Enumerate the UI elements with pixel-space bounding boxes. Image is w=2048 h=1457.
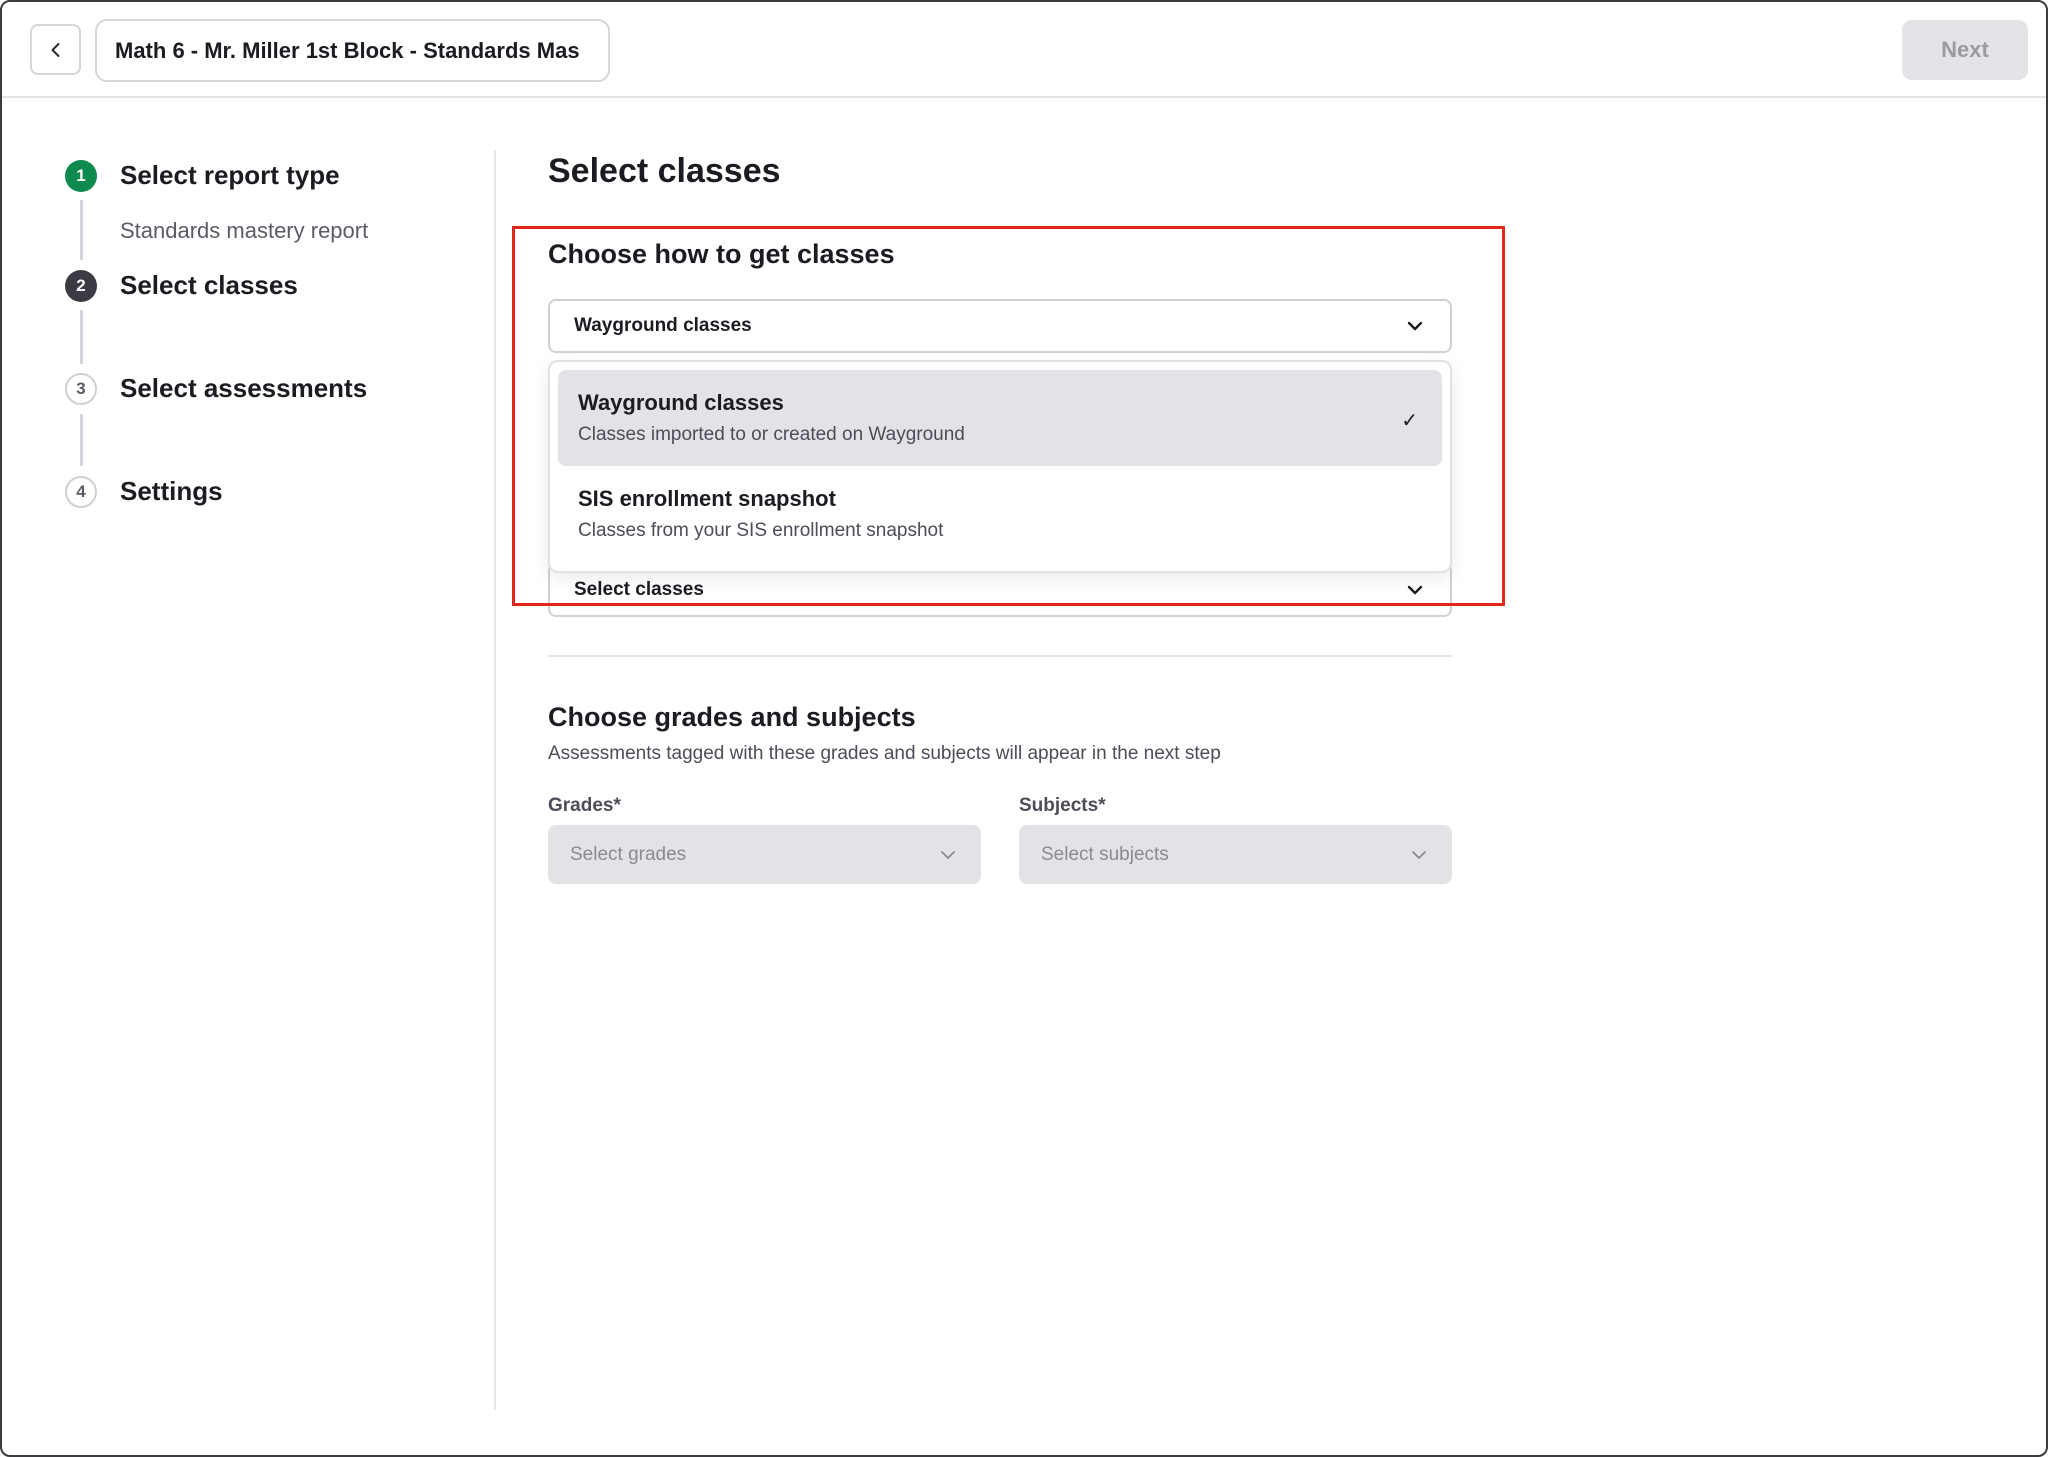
chevron-down-icon (1412, 850, 1426, 859)
step-connector (80, 200, 83, 260)
checkmark-icon: ✓ (1401, 410, 1418, 432)
app-window: Math 6 - Mr. Miller 1st Block - Standard… (0, 0, 2048, 1457)
step-4-number: 4 (65, 476, 97, 508)
next-button[interactable]: Next (1902, 20, 2028, 80)
subjects-select[interactable]: Select subjects (1019, 825, 1452, 884)
step-3-label[interactable]: Select assessments (120, 373, 367, 404)
sidebar-divider (494, 150, 496, 1410)
grades-placeholder: Select grades (570, 843, 687, 865)
subjects-label: Subjects* (1019, 795, 1106, 816)
option-title: SIS enrollment snapshot (578, 486, 836, 511)
step-3-number: 3 (65, 373, 97, 405)
grades-section-description: Assessments tagged with these grades and… (548, 743, 1221, 764)
step-connector (80, 310, 83, 364)
class-source-value: Wayground classes (574, 315, 752, 336)
class-source-select[interactable]: Wayground classes (548, 299, 1452, 353)
option-wayground-classes[interactable]: Wayground classes Classes imported to or… (558, 370, 1442, 466)
option-sis-enrollment-snapshot[interactable]: SIS enrollment snapshot Classes from you… (558, 466, 1442, 562)
section-divider (548, 655, 1452, 657)
report-title-field[interactable]: Math 6 - Mr. Miller 1st Block - Standard… (95, 19, 610, 82)
class-source-dropdown-menu: Wayground classes Classes imported to or… (548, 360, 1452, 573)
option-description: Classes imported to or created on Waygro… (578, 424, 965, 445)
grades-label: Grades* (548, 795, 621, 816)
header-bar: Math 6 - Mr. Miller 1st Block - Standard… (2, 2, 2046, 98)
option-title: Wayground classes (578, 390, 784, 415)
chevron-down-icon (941, 850, 955, 859)
step-2-label[interactable]: Select classes (120, 270, 298, 301)
page-title: Select classes (548, 152, 781, 190)
back-button[interactable] (30, 24, 81, 75)
section-title-source: Choose how to get classes (548, 239, 895, 269)
step-4-label[interactable]: Settings (120, 476, 223, 507)
option-description: Classes from your SIS enrollment snapsho… (578, 520, 944, 541)
step-1-sublabel: Standards mastery report (120, 218, 369, 243)
step-connector (80, 414, 83, 466)
chevron-down-icon (1407, 321, 1423, 331)
grades-select[interactable]: Select grades (548, 825, 981, 884)
report-title-text: Math 6 - Mr. Miller 1st Block - Standard… (115, 37, 580, 63)
chevron-down-icon (1407, 585, 1423, 595)
chevron-left-icon (51, 42, 59, 57)
subjects-placeholder: Select subjects (1041, 843, 1169, 865)
classes-select-placeholder: Select classes (574, 579, 704, 600)
step-2-number: 2 (65, 270, 97, 302)
step-1-label[interactable]: Select report type (120, 160, 340, 191)
step-1-number: 1 (65, 160, 97, 192)
section-title-grades: Choose grades and subjects (548, 702, 916, 732)
